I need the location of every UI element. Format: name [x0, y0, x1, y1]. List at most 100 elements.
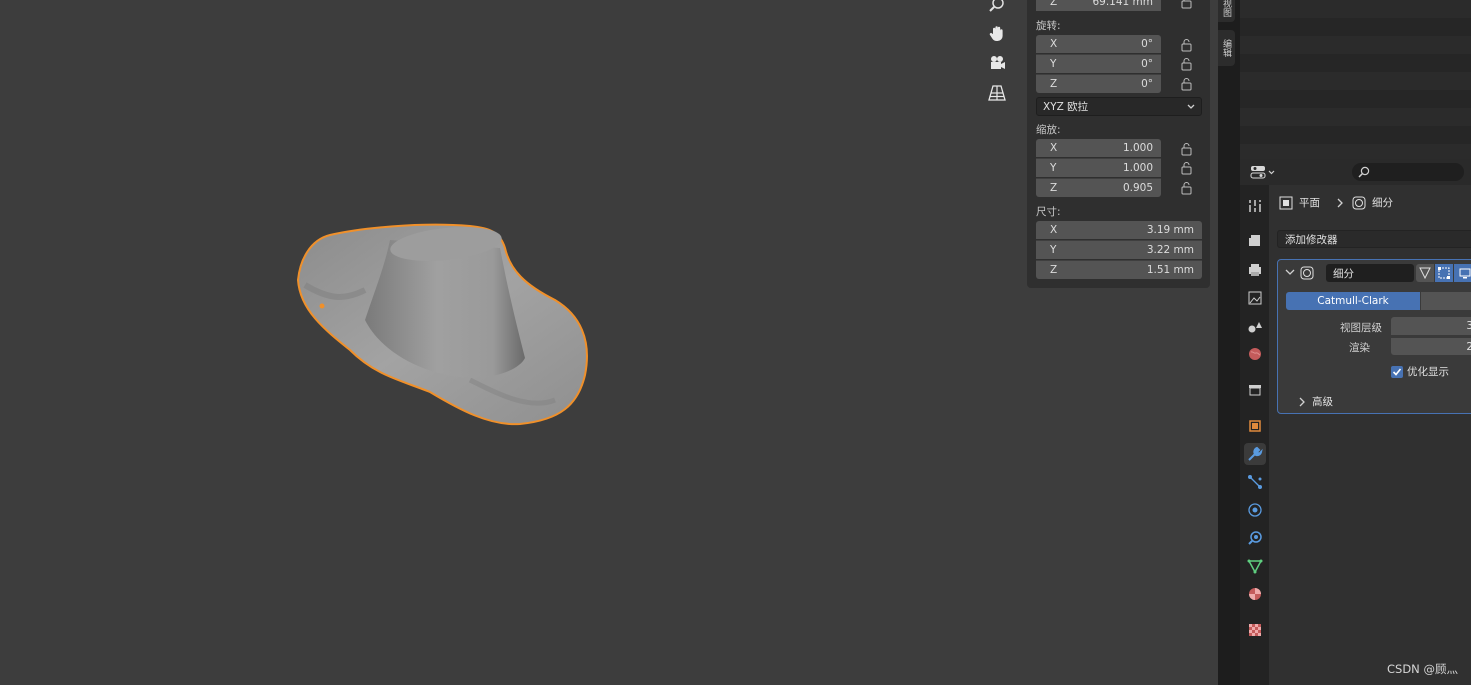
properties-editor-icon — [1250, 166, 1266, 179]
viewport-levels-field[interactable]: 3 — [1391, 317, 1471, 335]
dimension-y-field[interactable]: Y 3.22 mm — [1036, 240, 1202, 259]
modifier-name-input[interactable]: 细分 — [1326, 264, 1414, 282]
collection-icon — [1249, 385, 1261, 396]
rotation-x-field[interactable]: X 0° — [1036, 35, 1161, 53]
origin-point — [319, 303, 325, 309]
camera-icon[interactable] — [984, 50, 1010, 76]
3d-viewport[interactable]: Z 69.141 mm 旋转: X 0° Y 0° Z 0° XYZ 欧拉 缩放… — [0, 0, 1218, 685]
tab-data[interactable] — [1244, 555, 1266, 577]
tab-texture[interactable] — [1244, 619, 1266, 641]
lock-icon[interactable] — [1178, 38, 1194, 52]
image-icon — [1248, 291, 1262, 305]
optimal-display-checkbox[interactable] — [1391, 366, 1403, 378]
sidebar-tabs: 视图 编辑 — [1218, 0, 1240, 685]
object-square-icon — [1279, 196, 1293, 209]
lock-icon[interactable] — [1178, 181, 1194, 195]
world-icon — [1249, 348, 1261, 360]
scale-x-field[interactable]: X 1.000 — [1036, 139, 1161, 157]
physics-icon — [1248, 503, 1262, 517]
breadcrumb: 平面 细分 — [1279, 195, 1393, 210]
properties-editor: 平面 细分 添加修改器 细分 Catmull-Clark 视图层级 3 渲染 2… — [1240, 159, 1471, 685]
chevron-right-icon — [1299, 397, 1305, 406]
render-levels-label: 渲染 — [1349, 342, 1370, 354]
rotation-y-field[interactable]: Y 0° — [1036, 54, 1161, 73]
lock-icon[interactable] — [1178, 142, 1194, 156]
scene-icon — [1248, 322, 1262, 333]
lock-icon[interactable] — [1178, 161, 1194, 175]
modifier-properties: 平面 细分 添加修改器 细分 Catmull-Clark 视图层级 3 渲染 2… — [1269, 185, 1471, 685]
checkmark-icon — [1392, 368, 1402, 376]
tab-collection[interactable] — [1244, 379, 1266, 401]
location-z-field[interactable]: Z 69.141 mm — [1036, 0, 1161, 11]
tab-output[interactable] — [1244, 259, 1266, 281]
subdivision-icon — [1300, 266, 1314, 280]
printer-icon — [1249, 264, 1261, 276]
tab-material[interactable] — [1244, 583, 1266, 605]
render-levels-field[interactable]: 2 — [1391, 337, 1471, 355]
tab-world[interactable] — [1244, 343, 1266, 365]
tab-render[interactable] — [1244, 230, 1266, 252]
outliner[interactable] — [1240, 0, 1471, 162]
subdivision-modifier-panel: 细分 Catmull-Clark 视图层级 3 渲染 2 优化显示 高级 — [1277, 259, 1471, 414]
search-input[interactable] — [1352, 163, 1464, 181]
material-icon — [1249, 588, 1261, 600]
grid-ortho-icon[interactable] — [984, 80, 1010, 106]
tab-edit[interactable]: 编辑 — [1218, 30, 1235, 66]
dimensions-label: 尺寸: — [1036, 206, 1061, 218]
render-icon — [1249, 235, 1260, 246]
properties-header — [1240, 159, 1471, 185]
texture-icon — [1249, 624, 1261, 636]
scale-y-field[interactable]: Y 1.000 — [1036, 158, 1161, 177]
constraints-icon — [1248, 531, 1262, 545]
tab-view-layer[interactable] — [1244, 287, 1266, 309]
object-icon — [1249, 420, 1261, 432]
viewport-display-toggle[interactable] — [1454, 264, 1471, 282]
tab-constraints[interactable] — [1244, 527, 1266, 549]
rotation-mode-select[interactable]: XYZ 欧拉 — [1036, 97, 1202, 116]
scale-z-field[interactable]: Z 0.905 — [1036, 178, 1161, 197]
advanced-subpanel-header[interactable]: 高级 — [1298, 394, 1333, 409]
transform-panel: Z 69.141 mm 旋转: X 0° Y 0° Z 0° XYZ 欧拉 缩放… — [1027, 0, 1210, 288]
rotation-label: 旋转: — [1036, 20, 1061, 32]
dimension-z-field[interactable]: Z 1.51 mm — [1036, 260, 1202, 279]
breadcrumb-object: 平面 — [1299, 197, 1320, 209]
collapse-chevron-icon[interactable] — [1285, 269, 1295, 277]
dimension-x-field[interactable]: X 3.19 mm — [1036, 221, 1202, 239]
catmull-clark-button[interactable]: Catmull-Clark — [1286, 292, 1420, 310]
lock-icon[interactable] — [1178, 0, 1194, 9]
tab-scene[interactable] — [1244, 315, 1266, 337]
tab-modifiers[interactable] — [1244, 443, 1266, 465]
tool-icon — [1249, 200, 1261, 212]
add-modifier-button[interactable]: 添加修改器 — [1277, 230, 1471, 248]
subdivision-icon — [1352, 196, 1366, 209]
edit-mode-toggle[interactable] — [1416, 264, 1434, 282]
properties-tabs — [1240, 185, 1269, 685]
particles-icon — [1248, 475, 1262, 489]
tab-view[interactable]: 视图 — [1218, 0, 1235, 22]
cage-toggle[interactable] — [1435, 264, 1453, 282]
lock-icon[interactable] — [1178, 77, 1194, 91]
tab-tool[interactable] — [1244, 195, 1266, 217]
chevron-down-icon — [1268, 170, 1275, 174]
breadcrumb-modifier: 细分 — [1372, 197, 1393, 209]
monitor-icon — [1459, 268, 1471, 279]
chevron-down-icon — [1187, 104, 1195, 109]
edit-mode-icon — [1419, 267, 1431, 279]
hand-pan-icon[interactable] — [984, 20, 1010, 46]
simple-button[interactable] — [1421, 292, 1471, 310]
viewport-levels-label: 视图层级 — [1340, 322, 1382, 334]
watermark: CSDN @顾灬 — [1387, 662, 1458, 676]
editor-type-button[interactable] — [1250, 163, 1280, 181]
chevron-right-icon — [1337, 198, 1343, 207]
wrench-icon — [1248, 446, 1263, 461]
tab-object[interactable] — [1244, 415, 1266, 437]
scale-label: 缩放: — [1036, 124, 1061, 136]
mesh-data-icon — [1247, 559, 1263, 574]
edit-cage-icon — [1438, 267, 1450, 279]
tab-particles[interactable] — [1244, 471, 1266, 493]
optimal-display-label: 优化显示 — [1407, 366, 1449, 378]
rotation-z-field[interactable]: Z 0° — [1036, 74, 1161, 93]
lock-icon[interactable] — [1178, 57, 1194, 71]
tab-physics[interactable] — [1244, 499, 1266, 521]
search-icon — [1358, 166, 1370, 178]
